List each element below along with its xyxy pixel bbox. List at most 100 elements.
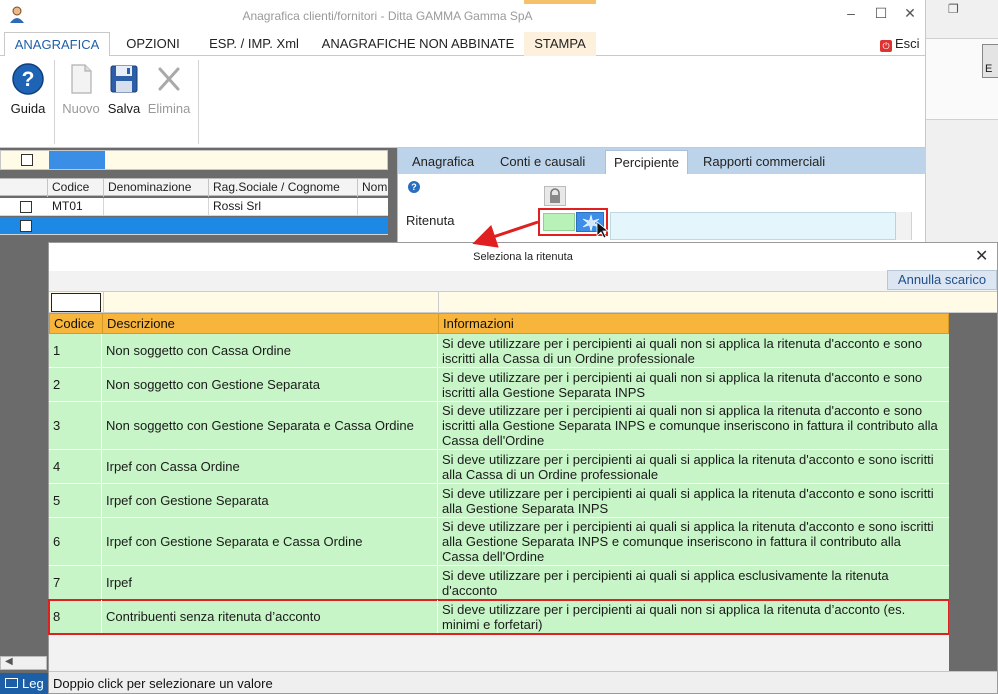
table-row[interactable]: 6 Irpef con Gestione Separata e Cassa Ord… bbox=[49, 518, 949, 566]
guida-button[interactable]: ? Guida bbox=[8, 62, 48, 116]
cell-codice: 2 bbox=[49, 368, 102, 401]
ritenute-table: Codice Descrizione Informazioni 1 Non sog… bbox=[48, 313, 950, 635]
cell-codice: MT01 bbox=[48, 198, 104, 216]
cell-codice: 4 bbox=[49, 450, 102, 483]
elimina-button[interactable]: Elimina bbox=[146, 62, 192, 116]
exit-icon: ⏻ bbox=[880, 40, 892, 52]
table-row-new[interactable] bbox=[0, 217, 388, 235]
esci-label: Esci bbox=[895, 36, 920, 51]
background-button-label: E bbox=[985, 63, 993, 75]
cell-codice: 8 bbox=[49, 600, 102, 633]
salva-label: Salva bbox=[107, 101, 141, 116]
cell-descrizione: Contribuenti senza ritenuta d’acconto bbox=[102, 600, 438, 633]
grid-header-nome[interactable]: Nom bbox=[358, 179, 388, 197]
cell-informazioni: Si deve utilizzare per i percipienti ai … bbox=[442, 403, 938, 448]
ritenuta-label: Ritenuta bbox=[406, 213, 455, 228]
close-window-button[interactable]: ✕ bbox=[899, 5, 921, 22]
table-row[interactable]: 1 Non soggetto con Cassa Ordine Si deve ut… bbox=[49, 334, 949, 368]
table-row[interactable]: 2 Non soggetto con Gestione Separata Si de… bbox=[49, 368, 949, 402]
grid-header-codice[interactable]: Codice bbox=[48, 179, 104, 197]
scroll-left-icon[interactable]: ◀ bbox=[5, 656, 13, 667]
filter-cell-codice[interactable] bbox=[49, 151, 105, 169]
table-row-selected[interactable]: 8 Contribuenti senza ritenuta d’acconto Si… bbox=[48, 599, 950, 635]
esci-button[interactable]: ⏻ Esci bbox=[880, 36, 920, 52]
cell-codice: 3 bbox=[49, 402, 102, 449]
dialog-filter-row bbox=[49, 291, 997, 313]
cell-descrizione: Non soggetto con Cassa Ordine bbox=[102, 334, 438, 367]
cell-informazioni: Si deve utilizzare per i percipienti ai … bbox=[442, 451, 934, 482]
cell-informazioni: Si deve utilizzare per i percipienti ai … bbox=[442, 485, 934, 516]
ribbon-separator bbox=[198, 60, 199, 144]
title-bar: Anagrafica clienti/fornitori - Ditta GAM… bbox=[0, 0, 925, 32]
nuovo-label: Nuovo bbox=[62, 101, 100, 116]
tab-anagrafica-form[interactable]: Anagrafica bbox=[404, 150, 482, 174]
cell-codice: 6 bbox=[49, 518, 102, 565]
nuovo-button[interactable]: Nuovo bbox=[58, 62, 104, 116]
cell-descrizione: Non soggetto con Gestione Separata bbox=[102, 368, 438, 401]
annulla-scarico-button[interactable]: Annulla scarico bbox=[887, 270, 997, 290]
help-icon[interactable]: ? bbox=[408, 181, 420, 193]
status-text: Doppio click per selezionare un valore bbox=[53, 676, 273, 691]
tab-anagrafiche-non-abbinate[interactable]: ANAGRAFICHE NON ABBINATE bbox=[314, 32, 522, 56]
stampa-tab-accent bbox=[524, 0, 596, 4]
legend-button[interactable]: Leg bbox=[0, 673, 48, 694]
filter-checkbox[interactable] bbox=[21, 154, 33, 166]
elimina-label: Elimina bbox=[147, 101, 191, 116]
grid-header-denominazione[interactable]: Denominazione bbox=[104, 179, 209, 197]
lock-button[interactable] bbox=[544, 186, 566, 206]
cell-codice: 7 bbox=[49, 566, 102, 599]
detail-form: Anagrafica Conti e causali Percipiente R… bbox=[397, 148, 926, 242]
header-descrizione[interactable]: Descrizione bbox=[103, 314, 439, 333]
dialog-title-bar: Seleziona la ritenuta ✕ bbox=[49, 243, 997, 271]
tab-conti-causali[interactable]: Conti e causali bbox=[492, 150, 593, 174]
dialog-title: Seleziona la ritenuta bbox=[473, 251, 573, 263]
cell-descrizione: Irpef con Gestione Separata e Cassa Ordi… bbox=[102, 518, 438, 565]
table-row[interactable]: 4 Irpef con Cassa Ordine Si deve utilizzar… bbox=[49, 450, 949, 484]
cell-informazioni: Si deve utilizzare per i percipienti ai … bbox=[442, 335, 923, 366]
ribbon-toolbar: ? Guida Nuovo Salva Elimina bbox=[0, 56, 925, 148]
tab-rapporti-commerciali[interactable]: Rapporti commerciali bbox=[695, 150, 833, 174]
ritenuta-code-input[interactable] bbox=[543, 213, 575, 231]
table-row[interactable]: MT01 Rossi Srl bbox=[0, 198, 388, 216]
filter-codice-input[interactable] bbox=[51, 293, 101, 312]
background-button[interactable]: E bbox=[982, 44, 998, 78]
tab-anagrafica[interactable]: ANAGRAFICA bbox=[4, 32, 110, 57]
tab-stampa[interactable]: STAMPA bbox=[524, 32, 596, 56]
table-header: Codice Descrizione Informazioni bbox=[49, 313, 949, 334]
tab-esp-imp-xml[interactable]: ESP. / IMP. Xml bbox=[196, 32, 312, 56]
grid-header-rag-sociale[interactable]: Rag.Sociale / Cognome bbox=[209, 179, 358, 197]
cell-descrizione: Non soggetto con Gestione Separata e Cas… bbox=[102, 402, 438, 449]
ritenuta-scrollbar[interactable] bbox=[895, 212, 911, 240]
ritenuta-description-field[interactable] bbox=[610, 212, 912, 240]
cell-codice: 1 bbox=[49, 334, 102, 367]
row-checkbox[interactable] bbox=[20, 220, 32, 232]
cell-nome bbox=[358, 198, 388, 216]
table-row[interactable]: 5 Irpef con Gestione Separata Si deve util… bbox=[49, 484, 949, 518]
dialog-close-button[interactable]: ✕ bbox=[975, 246, 988, 266]
minimize-button[interactable]: – bbox=[840, 5, 862, 21]
restore-icon[interactable]: ❐ bbox=[948, 2, 959, 16]
tab-percipiente[interactable]: Percipiente bbox=[605, 150, 689, 174]
window-title: Anagrafica clienti/fornitori - Ditta GAM… bbox=[242, 9, 533, 23]
ritenuta-lookup-button[interactable] bbox=[576, 212, 604, 232]
legend-label: Leg bbox=[22, 676, 44, 691]
row-checkbox[interactable] bbox=[20, 201, 32, 213]
ritenuta-field-highlight bbox=[538, 208, 608, 236]
save-disk-icon bbox=[110, 65, 138, 93]
salva-button[interactable]: Salva bbox=[104, 62, 144, 116]
header-codice[interactable]: Codice bbox=[50, 314, 103, 333]
header-informazioni[interactable]: Informazioni bbox=[439, 314, 948, 333]
cell-codice: 5 bbox=[49, 484, 102, 517]
dialog-empty-area bbox=[949, 313, 997, 671]
svg-text:?: ? bbox=[22, 68, 35, 91]
table-row[interactable]: 3 Non soggetto con Gestione Separata e Ca… bbox=[49, 402, 949, 450]
ribbon-tabs: ANAGRAFICA OPZIONI ESP. / IMP. Xml ANAGR… bbox=[0, 32, 925, 57]
table-row[interactable]: 7 Irpef Si deve utilizzare per i percipien… bbox=[49, 566, 949, 600]
cell-descrizione: Irpef bbox=[102, 566, 438, 599]
cell-descrizione: Irpef con Gestione Separata bbox=[102, 484, 438, 517]
cell-informazioni: Si deve utilizzare per i percipienti ai … bbox=[442, 369, 923, 400]
horizontal-scrollbar[interactable]: ◀ bbox=[0, 656, 47, 670]
tab-opzioni[interactable]: OPZIONI bbox=[112, 32, 194, 56]
maximize-button[interactable]: ☐ bbox=[870, 5, 892, 22]
cell-informazioni: Si deve utilizzare per i percipienti ai … bbox=[442, 567, 889, 598]
